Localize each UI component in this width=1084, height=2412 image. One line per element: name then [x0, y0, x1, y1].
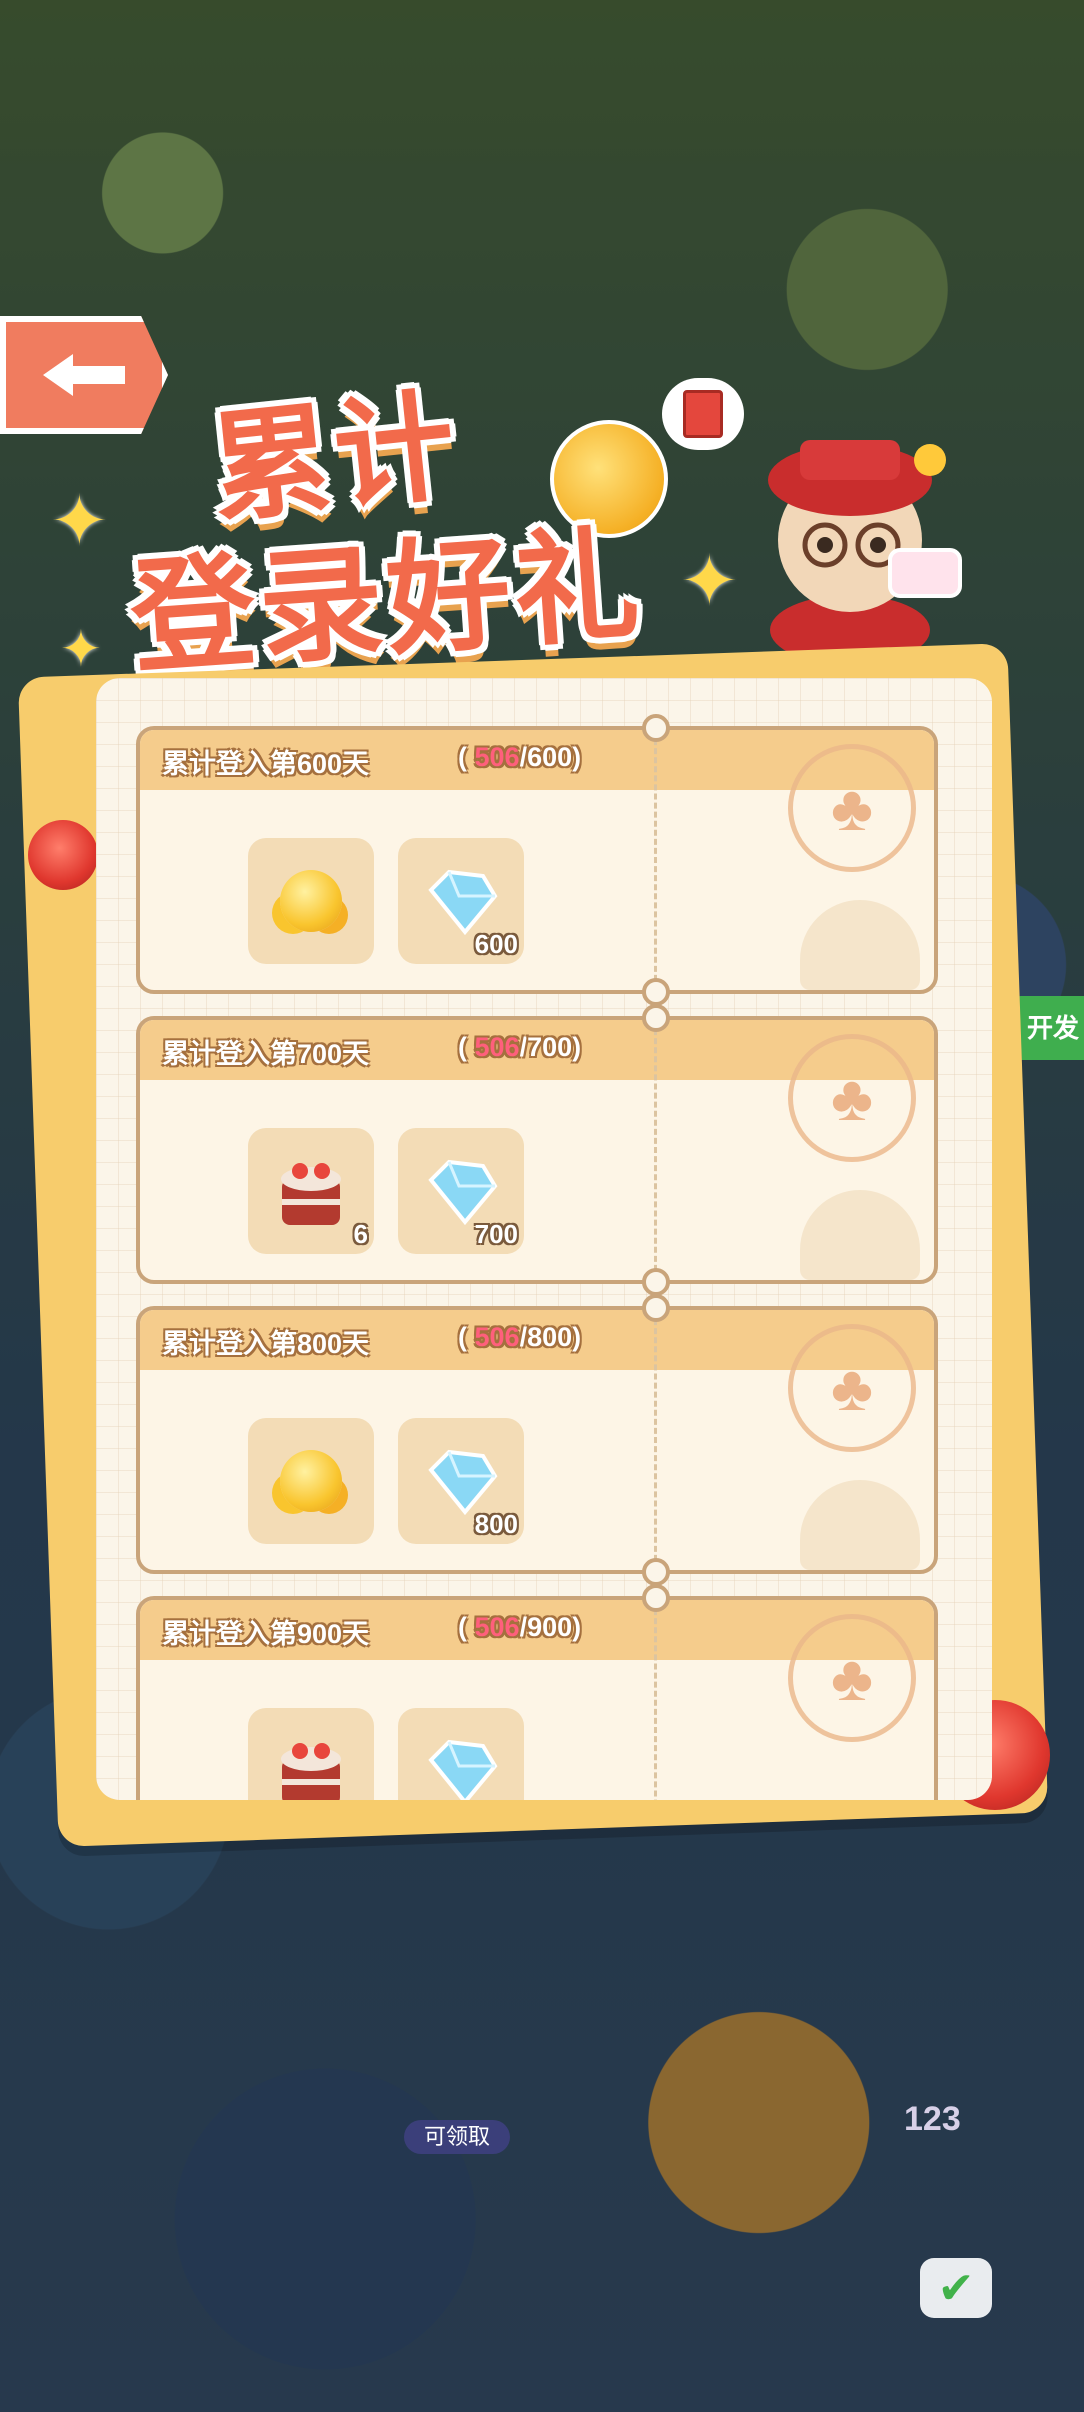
- reward-panel: 累计登入第600天 ( 506/600) ♣ 600 累计登入第700天 ( 5…: [96, 678, 992, 1800]
- notch: [642, 1004, 670, 1032]
- reward-card: 累计登入第800天 ( 506/800) ♣ 800: [136, 1294, 938, 1586]
- notch: [642, 978, 670, 1006]
- card-title: 累计登入第600天: [162, 749, 370, 779]
- notch: [642, 1268, 670, 1296]
- rose-icon: [28, 820, 98, 890]
- card-title: 累计登入第700天: [162, 1039, 370, 1069]
- gold-coins-icon: [280, 1450, 342, 1512]
- reward-item[interactable]: 6: [248, 1128, 374, 1254]
- card-title: 累计登入第900天: [162, 1619, 370, 1649]
- club-icon: ♣: [831, 772, 873, 844]
- reward-item[interactable]: 600: [398, 838, 524, 964]
- club-icon: ♣: [831, 1062, 873, 1134]
- ghost-decoration: [800, 900, 920, 990]
- progress-target: 600: [527, 742, 573, 772]
- notch: [642, 1294, 670, 1322]
- divider: [654, 1020, 657, 1280]
- claimable-badge[interactable]: 可领取: [404, 2120, 511, 2154]
- reward-card: 累计登入第600天 ( 506/600) ♣ 600: [136, 714, 938, 1006]
- cake-icon: [281, 1743, 341, 1800]
- reward-item[interactable]: [248, 838, 374, 964]
- card-title: 累计登入第800天: [162, 1329, 370, 1359]
- progress-text: ( 506/800): [458, 1322, 582, 1352]
- reward-list[interactable]: 累计登入第600天 ( 506/600) ♣ 600 累计登入第700天 ( 5…: [136, 714, 938, 1800]
- diamond-icon: [428, 869, 498, 936]
- progress-current: 506: [474, 1612, 520, 1642]
- sparkle-icon: ✦: [680, 542, 739, 620]
- mascot-character: [768, 440, 962, 665]
- diamond-icon: [428, 1739, 498, 1800]
- diamond-icon: [428, 1159, 498, 1226]
- notch: [642, 714, 670, 742]
- reward-count: 600: [474, 929, 518, 959]
- stamp-icon: ♣: [788, 744, 916, 872]
- reward-item[interactable]: [248, 1708, 374, 1800]
- reward-card: 累计登入第900天 ( 506/900) ♣: [136, 1584, 938, 1800]
- club-icon: ♣: [831, 1642, 873, 1714]
- diamond-icon: [428, 1449, 498, 1516]
- club-icon: ♣: [831, 1352, 873, 1424]
- gold-coins-icon: [280, 870, 342, 932]
- reward-count: 6: [353, 1219, 368, 1249]
- ghost-decoration: [800, 1190, 920, 1280]
- divider: [654, 1310, 657, 1570]
- stamp-icon: ♣: [788, 1324, 916, 1452]
- title-banner: ✦ ✦ ✦ 累计 登录好礼: [50, 350, 740, 688]
- divider: [654, 730, 657, 990]
- arrow-left-icon: [43, 354, 125, 396]
- counter-badge: 123: [904, 2100, 961, 2138]
- notch: [642, 1584, 670, 1612]
- sparkle-icon: ✦: [60, 621, 102, 677]
- book-icon: [683, 390, 723, 438]
- reward-count: 800: [474, 1509, 518, 1539]
- ghost-decoration: [800, 1480, 920, 1570]
- stamp-icon: ♣: [788, 1034, 916, 1162]
- check-icon[interactable]: ✔: [920, 2258, 992, 2318]
- sparkle-icon: ✦: [50, 482, 109, 560]
- progress-current: 506: [474, 742, 520, 772]
- divider: [654, 1600, 657, 1800]
- reward-item[interactable]: [248, 1418, 374, 1544]
- progress-target: 800: [527, 1322, 573, 1352]
- progress-target: 900: [527, 1612, 573, 1642]
- reward-item[interactable]: 800: [398, 1418, 524, 1544]
- cake-icon: [281, 1163, 341, 1225]
- progress-text: ( 506/700): [458, 1032, 582, 1062]
- progress-current: 506: [474, 1322, 520, 1352]
- reward-item[interactable]: [398, 1708, 524, 1800]
- book-bubble[interactable]: [662, 378, 744, 450]
- stamp-icon: ♣: [788, 1614, 916, 1742]
- notch: [642, 1558, 670, 1586]
- progress-text: ( 506/900): [458, 1612, 582, 1642]
- reward-count: 700: [474, 1219, 518, 1249]
- progress-current: 506: [474, 1032, 520, 1062]
- progress-target: 700: [527, 1032, 573, 1062]
- reward-item[interactable]: 700: [398, 1128, 524, 1254]
- reward-card: 累计登入第700天 ( 506/700) ♣ 6 700: [136, 1004, 938, 1296]
- progress-text: ( 506/600): [458, 742, 582, 772]
